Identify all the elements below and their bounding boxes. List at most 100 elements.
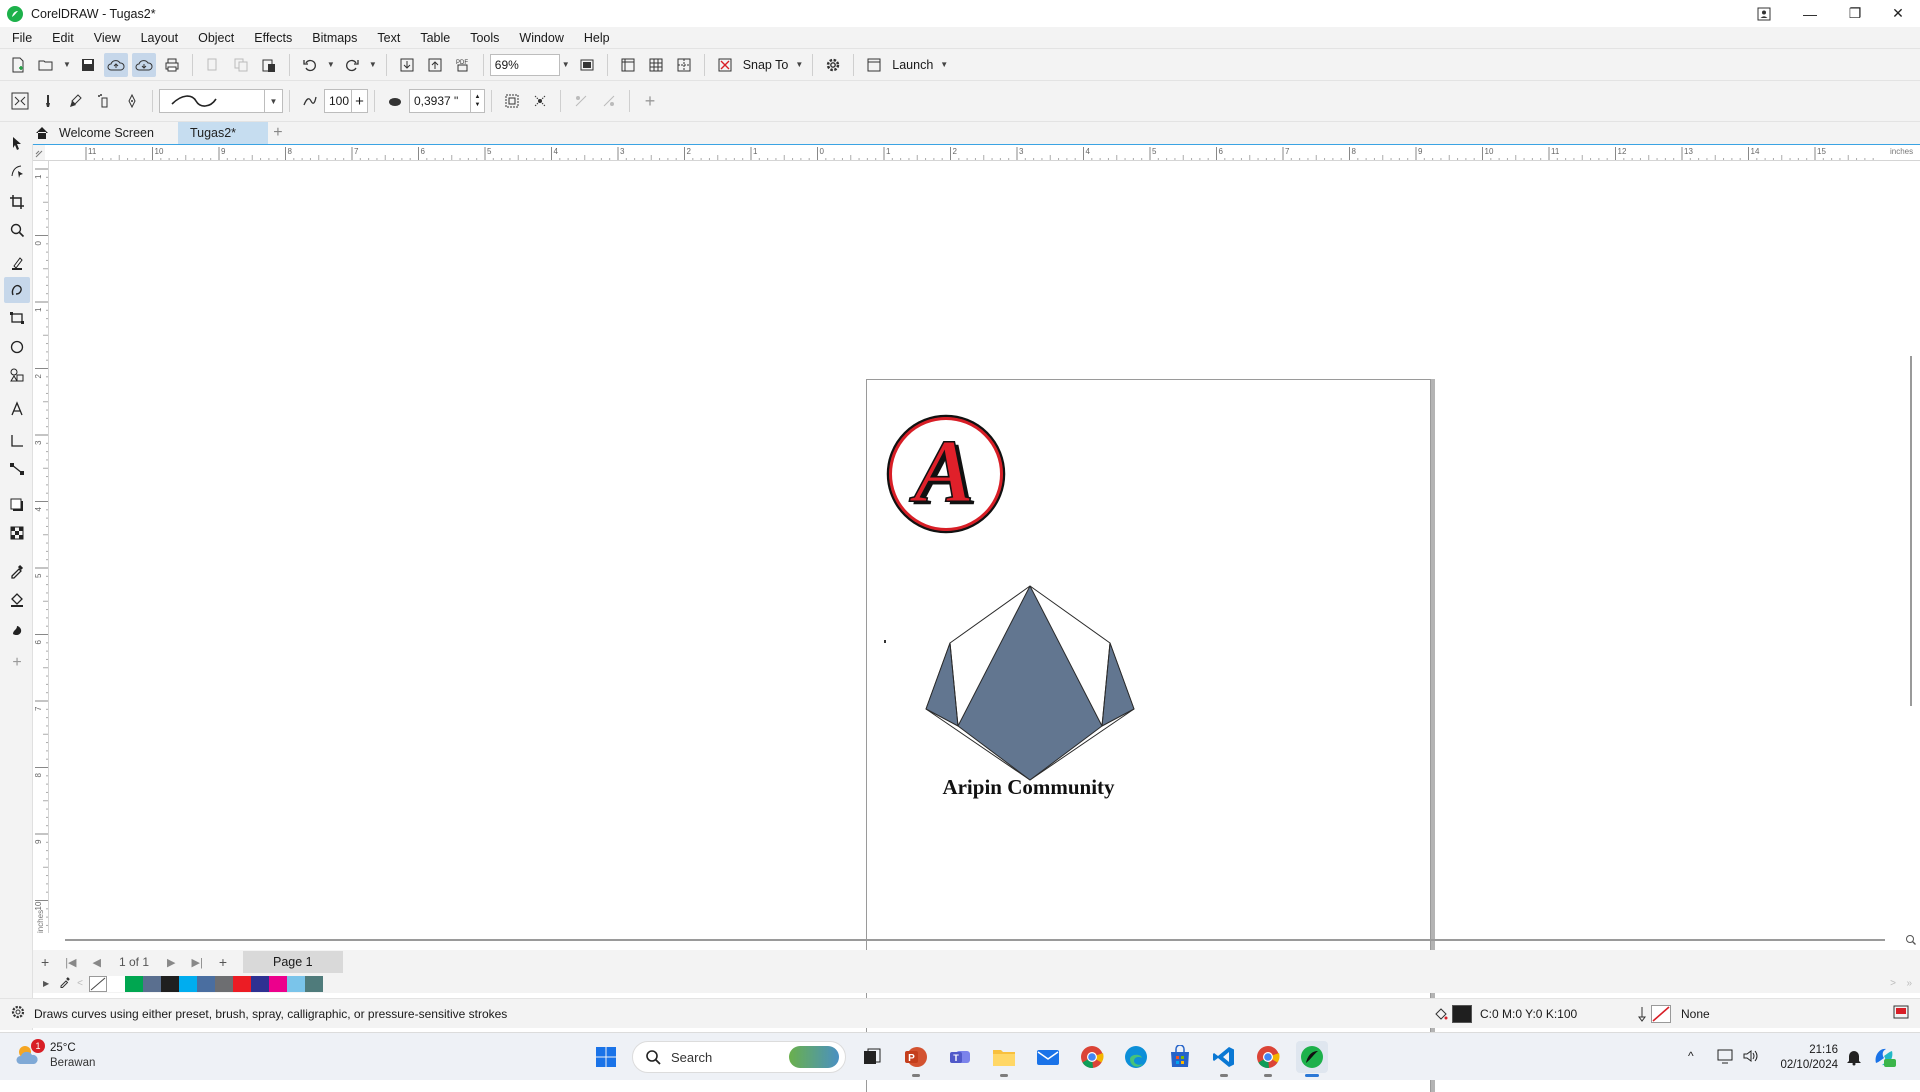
redo-dropdown-chevron-icon[interactable]: ▼: [369, 60, 377, 69]
paste-icon[interactable]: [257, 53, 281, 77]
mail-icon[interactable]: [1032, 1041, 1064, 1073]
tab-tugas2[interactable]: Tugas2*: [177, 122, 268, 144]
vertical-scroll-thumb[interactable]: [1910, 356, 1912, 706]
menu-view[interactable]: View: [94, 31, 121, 45]
new-tab-plus-icon[interactable]: +: [268, 122, 288, 144]
options-gear-icon[interactable]: [821, 53, 845, 77]
palette-expand-icon[interactable]: »: [1906, 978, 1912, 989]
previous-page-icon[interactable]: ◀: [93, 956, 101, 969]
last-page-icon[interactable]: ▶|: [191, 956, 202, 969]
powerpoint-icon[interactable]: P: [900, 1041, 932, 1077]
palette-menu-arrow-icon[interactable]: ▶: [43, 979, 49, 988]
artistic-media-tool-icon[interactable]: [4, 277, 30, 303]
freehand-mode-icon[interactable]: [8, 89, 32, 113]
taskbar-search-box[interactable]: Search: [632, 1041, 846, 1073]
minimize-button[interactable]: —: [1788, 0, 1832, 27]
copy-icon[interactable]: [229, 53, 253, 77]
polygon-tool-icon[interactable]: [4, 362, 30, 388]
zoom-magnifier-icon[interactable]: [1904, 933, 1918, 947]
open-folder-icon[interactable]: [34, 53, 58, 77]
add-page-before-plus-icon[interactable]: +: [41, 954, 49, 970]
cut-icon[interactable]: [201, 53, 225, 77]
transparency-tool-icon[interactable]: [4, 520, 30, 546]
nib-size-spinner[interactable]: ▲ ▼: [471, 89, 485, 113]
horizontal-scrollbar[interactable]: [65, 935, 1891, 947]
palette-swatch[interactable]: [197, 975, 215, 992]
first-page-icon[interactable]: |◀: [65, 956, 76, 969]
palette-swatch[interactable]: [143, 975, 161, 992]
import-icon[interactable]: [395, 53, 419, 77]
smart-fill-tool-icon[interactable]: [4, 616, 30, 642]
fill-indicator[interactable]: C:0 M:0 Y:0 K:100: [1434, 1004, 1577, 1023]
menu-effects[interactable]: Effects: [254, 31, 292, 45]
clock[interactable]: 21:16 02/10/2024: [1770, 1043, 1838, 1073]
close-button[interactable]: ✕: [1876, 0, 1920, 27]
snap-to-dropdown-chevron-icon[interactable]: ▼: [795, 60, 803, 69]
edge-icon[interactable]: [1120, 1041, 1152, 1073]
menu-layout[interactable]: Layout: [141, 31, 179, 45]
palette-swatch[interactable]: [233, 975, 251, 992]
palette-swatch[interactable]: [107, 975, 125, 992]
freehand-tool-icon[interactable]: [4, 250, 30, 276]
next-page-icon[interactable]: ▶: [167, 956, 175, 969]
shape-tool-icon[interactable]: [4, 158, 30, 184]
show-rulers-icon[interactable]: [616, 53, 640, 77]
drawing-canvas[interactable]: A A Aripin Community: [50, 161, 1906, 1092]
redo-icon[interactable]: [340, 53, 364, 77]
eyedropper-icon[interactable]: [59, 976, 71, 991]
palette-scroll-left-icon[interactable]: <: [77, 978, 83, 989]
menu-edit[interactable]: Edit: [52, 31, 74, 45]
task-view-icon[interactable]: [856, 1041, 888, 1073]
chrome-icon[interactable]: [1076, 1041, 1108, 1073]
show-guidelines-icon[interactable]: [672, 53, 696, 77]
show-hidden-icons-chevron-icon[interactable]: ^: [1688, 1049, 1694, 1063]
interactive-fill-tool-icon[interactable]: [4, 586, 30, 612]
brush-mode-icon[interactable]: [64, 89, 88, 113]
palette-swatch[interactable]: [125, 975, 143, 992]
connector-tool-icon[interactable]: [4, 456, 30, 482]
outline-indicator[interactable]: None: [1636, 1004, 1710, 1023]
palette-swatch[interactable]: [305, 975, 323, 992]
stroke-preset-dropdown[interactable]: ▼: [265, 89, 283, 113]
tab-welcome-screen[interactable]: Welcome Screen: [30, 122, 166, 144]
cloud-upload-icon[interactable]: [103, 52, 128, 77]
spray-mode-icon[interactable]: [92, 89, 116, 113]
launch-app-icon[interactable]: [862, 53, 886, 77]
file-explorer-icon[interactable]: [988, 1041, 1020, 1077]
teams-icon[interactable]: T: [944, 1041, 976, 1073]
nib-size-input[interactable]: 0,3937 ": [409, 89, 471, 113]
vertical-scrollbar[interactable]: [1906, 161, 1920, 933]
menu-object[interactable]: Object: [198, 31, 234, 45]
palette-swatch[interactable]: [179, 975, 197, 992]
community-name[interactable]: Aripin Community: [867, 775, 1190, 800]
palette-swatch[interactable]: [251, 975, 269, 992]
print-icon[interactable]: [160, 53, 184, 77]
undo-icon[interactable]: [298, 53, 322, 77]
stroke-preset-selector[interactable]: [159, 89, 265, 113]
crop-tool-icon[interactable]: [4, 189, 30, 215]
chrome-icon-2[interactable]: [1252, 1041, 1284, 1077]
vscode-icon[interactable]: [1208, 1041, 1240, 1077]
publish-pdf-icon[interactable]: PDF: [451, 53, 475, 77]
color-eyedropper-tool-icon[interactable]: [4, 558, 30, 584]
menu-text[interactable]: Text: [377, 31, 400, 45]
windows-start-icon[interactable]: [590, 1041, 622, 1073]
pressure-icon[interactable]: [500, 89, 524, 113]
preset-mode-icon[interactable]: [36, 89, 60, 113]
menu-tools[interactable]: Tools: [470, 31, 499, 45]
calligraphic-mode-icon[interactable]: [120, 89, 144, 113]
zoom-level-field[interactable]: 69%: [489, 53, 560, 76]
page-tab-page-1[interactable]: Page 1: [243, 951, 343, 973]
palette-swatch[interactable]: [287, 975, 305, 992]
add-page-after-plus-icon[interactable]: +: [219, 954, 227, 970]
horizontal-scroll-thumb[interactable]: [65, 939, 1885, 941]
copilot-icon[interactable]: [1872, 1045, 1896, 1072]
weather-widget[interactable]: 1 25°C Berawan: [14, 1039, 95, 1071]
full-screen-preview-icon[interactable]: [575, 53, 599, 77]
pyramid-emblem[interactable]: [910, 582, 1140, 786]
menu-file[interactable]: File: [12, 31, 32, 45]
cloud-sync-icon[interactable]: [131, 52, 156, 77]
notification-bell-icon[interactable]: [1846, 1048, 1862, 1069]
menu-table[interactable]: Table: [420, 31, 450, 45]
snap-to-button[interactable]: Snap To: [743, 58, 789, 72]
